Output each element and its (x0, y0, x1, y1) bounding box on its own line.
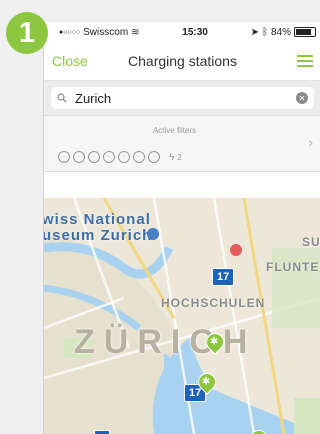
plug-count: 2 (177, 152, 182, 162)
menu-icon[interactable] (297, 55, 313, 67)
map-label: HOCHSCHULEN (161, 296, 266, 310)
search-input[interactable] (73, 89, 290, 107)
lightning-icon: ϟ (169, 151, 175, 163)
plug-type-icon: ◦ (133, 151, 145, 163)
chevron-right-icon[interactable]: › (308, 134, 313, 150)
filter-icons: ◦ ◦ ◦ ◦ ◦ ◦ ◦ ϟ 2 (58, 151, 182, 163)
step-number-badge: 1 (6, 12, 48, 54)
bluetooth-icon: ᛒ (261, 26, 268, 38)
plug-type-icon: ◦ (118, 151, 130, 163)
map-label: SU (302, 235, 320, 249)
map-label: FLUNTE (266, 260, 320, 274)
search-icon (57, 93, 67, 103)
carrier-name: Swisscom (83, 26, 129, 38)
plug-type-icon: ◦ (103, 151, 115, 163)
map-view[interactable]: wiss National useum Zurich HOCHSCHULEN F… (44, 198, 320, 434)
plug-type-icon: ◦ (58, 151, 70, 163)
route-marker[interactable]: 3 (94, 430, 111, 434)
signal-dots-icon: ●○○○○ (59, 28, 81, 36)
plug-type-icon: ◦ (148, 151, 160, 163)
route-marker[interactable]: 17 (212, 268, 235, 286)
location-arrow-icon: ➤ (250, 26, 259, 38)
navigation-bar: Close Charging stations (44, 42, 320, 81)
plug-type-icon: ◦ (88, 151, 100, 163)
phone-screen: ●○○○○ Swisscom ≋ 15:30 ➤ ᛒ 84% Close Cha… (43, 22, 320, 434)
active-filters-bar[interactable]: Active filters ◦ ◦ ◦ ◦ ◦ ◦ ◦ ϟ 2 › (44, 116, 320, 172)
close-button[interactable]: Close (52, 53, 88, 69)
hospital-icon (230, 244, 242, 256)
active-filters-label: Active filters (152, 126, 197, 135)
city-label: ZÜRICH (74, 323, 257, 361)
museum-icon (147, 228, 159, 240)
map-label: wiss National (44, 211, 151, 228)
battery-percent: 84% (270, 26, 291, 38)
status-bar: ●○○○○ Swisscom ≋ 15:30 ➤ ᛒ 84% (44, 22, 320, 42)
search-bar: ✕ (44, 81, 320, 116)
battery-icon (294, 27, 316, 37)
clear-search-icon[interactable]: ✕ (296, 92, 308, 104)
plug-type-icon: ◦ (73, 151, 85, 163)
status-time: 15:30 (182, 26, 208, 38)
wifi-icon: ≋ (131, 26, 140, 38)
map-label: useum Zurich (44, 227, 153, 244)
